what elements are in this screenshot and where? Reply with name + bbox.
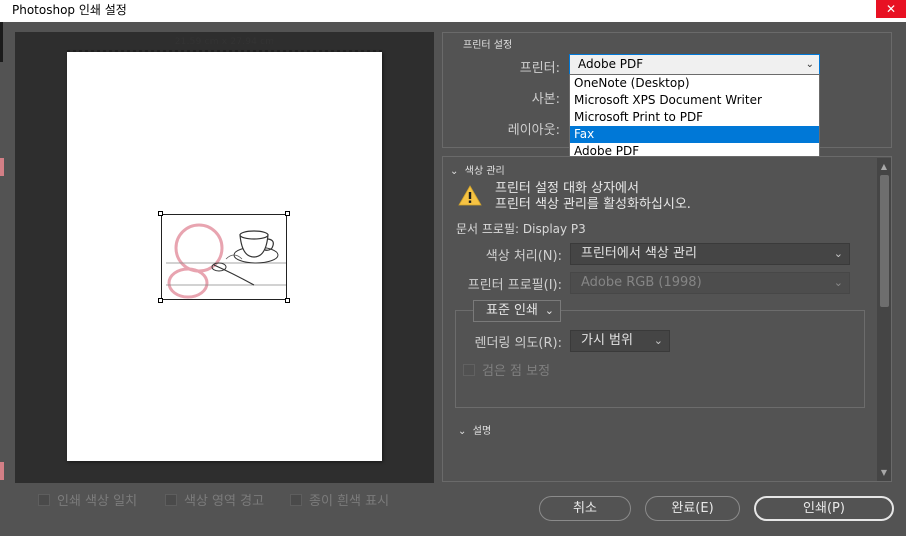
copies-label: 사본: [531,92,560,107]
color-management-toggle[interactable]: ⌄ 색상 관리 [450,162,505,177]
panel-scrollbar[interactable]: ▲ ▼ [877,158,891,481]
done-button[interactable]: 완료(E) [645,496,740,521]
black-point-compensation-checkbox[interactable]: 검은 점 보정 [463,360,550,379]
preview-paper [67,52,382,461]
dropdown-option-selected[interactable]: Fax [570,126,819,143]
printer-select-value: Adobe PDF [578,57,644,71]
window-title: Photoshop 인쇄 설정 [12,3,127,17]
standard-print-select[interactable]: 표준 인쇄 ⌄ [473,300,561,322]
teacup-illustration [162,215,286,299]
printer-setup-title: 프린터 설정 [463,40,513,51]
match-print-colors-label: 인쇄 색상 일치 [57,494,138,509]
dropdown-option[interactable]: Microsoft Print to PDF [570,109,819,126]
image-preview[interactable] [158,211,290,303]
printer-profile-value: Adobe RGB (1998) [581,275,702,290]
chevron-down-icon: ⌄ [805,59,814,70]
background-mark [0,158,4,176]
show-paper-white-label: 종이 흰색 표시 [309,494,390,509]
resize-handle[interactable] [158,211,163,216]
chevron-down-icon: ⌄ [833,247,843,260]
warning-icon [458,185,482,206]
color-handling-select[interactable]: 프린터에서 색상 관리 ⌄ [570,243,850,265]
chevron-down-icon: ⌄ [450,166,465,177]
standard-print-label: 표준 인쇄 [486,303,538,318]
warning-line: 프린터 설정 대화 상자에서 [495,181,639,196]
chevron-down-icon: ⌄ [833,276,843,289]
layout-label: 레이아웃: [507,123,560,138]
background-mark [0,462,4,480]
close-button[interactable]: ✕ [876,0,906,18]
close-icon: ✕ [885,2,897,16]
printer-select[interactable]: Adobe PDF ⌄ [569,54,820,75]
rendering-intent-value: 가시 범위 [581,333,633,348]
show-paper-white-checkbox[interactable]: 종이 흰색 표시 [290,490,389,509]
print-button-label: 인쇄(P) [803,501,845,516]
color-handling-value: 프린터에서 색상 관리 [581,246,697,261]
chevron-down-icon: ⌄ [653,334,663,347]
resize-handle[interactable] [285,298,290,303]
checkbox-box[interactable] [38,493,50,506]
printer-profile-label: 프린터 프로필(I): [467,278,562,293]
window-edge [0,22,3,62]
warning-message: 프린터 설정 대화 상자에서 프린터 색상 관리를 활성화하십시오. [495,181,691,213]
description-title: 설명 [472,426,492,437]
checkbox-box[interactable] [290,493,302,506]
scroll-thumb[interactable] [880,175,889,307]
resize-handle[interactable] [158,298,163,303]
cancel-button[interactable]: 취소 [539,496,631,521]
print-button[interactable]: 인쇄(P) [754,496,894,521]
printer-profile-select[interactable]: Adobe RGB (1998) ⌄ [570,272,850,294]
document-profile: 문서 프로필: Display P3 [456,222,586,236]
match-print-colors-checkbox[interactable]: 인쇄 색상 일치 [38,490,137,509]
description-toggle[interactable]: ⌄ 설명 [458,422,491,437]
rendering-intent-label: 렌더링 의도(R): [474,336,563,351]
title-bar: Photoshop 인쇄 설정 ✕ [0,0,906,22]
rendering-intent-select[interactable]: 가시 범위 ⌄ [570,330,670,352]
print-preview: 21.59 cm x 27.94 cm [15,32,434,483]
resize-handle[interactable] [285,211,290,216]
gamut-warning-checkbox[interactable]: 색상 영역 경고 [165,490,264,509]
checkbox-box[interactable] [165,493,177,506]
scroll-down-icon[interactable]: ▼ [877,468,891,477]
chevron-down-icon: ⌄ [458,426,473,437]
chevron-down-icon: ⌄ [544,304,554,317]
scroll-up-icon[interactable]: ▲ [877,162,891,171]
color-management-title: 색상 관리 [464,166,505,177]
printer-label: 프린터: [519,61,560,76]
gamut-warning-label: 색상 영역 경고 [184,494,265,509]
paper-size-label: 21.59 cm x 27.94 cm [174,37,275,47]
done-button-label: 완료(E) [671,501,714,516]
color-handling-label: 색상 처리(N): [485,249,562,264]
dropdown-option[interactable]: OneNote (Desktop) [570,75,819,92]
warning-line: 프린터 색상 관리를 활성화하십시오. [495,197,691,212]
checkbox-box[interactable] [463,363,475,376]
dropdown-option[interactable]: Microsoft XPS Document Writer [570,92,819,109]
cancel-button-label: 취소 [573,501,597,516]
standard-print-group [455,310,865,408]
printer-dropdown-list[interactable]: OneNote (Desktop) Microsoft XPS Document… [569,74,820,163]
black-point-label: 검은 점 보정 [482,364,551,379]
